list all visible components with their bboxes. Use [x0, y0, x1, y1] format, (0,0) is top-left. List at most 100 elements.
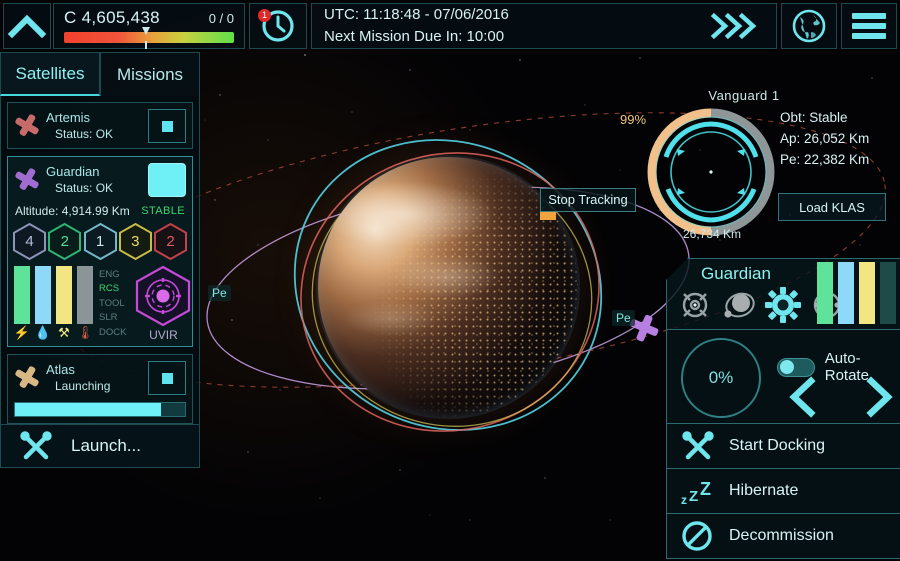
stat-hex[interactable]: 2 [154, 222, 187, 261]
satellite-icon [15, 168, 39, 190]
reactor-icon[interactable] [677, 287, 713, 323]
launch-progress-fill [15, 403, 162, 416]
start-docking-button[interactable]: Start Docking [666, 424, 900, 469]
reputation-marker [142, 26, 151, 49]
tools-icon: ⚒ [58, 325, 70, 340]
tab-missions[interactable]: Missions [100, 52, 200, 96]
decommission-button[interactable]: Decommission [666, 514, 900, 559]
orbit-gauge-ring[interactable] [646, 107, 776, 237]
guardian-bar-tools [859, 262, 875, 324]
clock-button[interactable]: 1 [249, 3, 307, 49]
system-status-list: ENG RCS TOOL SLR DOCK [99, 265, 126, 342]
load-klas-label: Load KLAS [799, 199, 865, 215]
fast-forward-button[interactable] [710, 11, 762, 41]
top-bar: C 4,605,438 0 / 0 1 UTC: 11:18:48 - 07/0… [0, 0, 900, 52]
chevron-right-icon[interactable] [863, 376, 895, 418]
satellite-card-artemis[interactable]: Artemis Status: OK [7, 102, 193, 149]
satellite-card-atlas[interactable]: Atlas Launching [7, 354, 193, 424]
stat-hex[interactable]: 3 [118, 222, 152, 261]
hibernate-button[interactable]: z Z Z Hibernate [666, 469, 900, 514]
resource-power[interactable]: ⚡ [14, 266, 30, 342]
vanguard-orbit-status: Obt: Stable [780, 110, 848, 125]
stat-hex-row: 4 2 1 3 2 [8, 222, 192, 263]
rotation-dial[interactable]: 0% [681, 338, 761, 418]
tools-icon [20, 431, 52, 460]
orbit-state-badge: STABLE [141, 205, 185, 217]
clock-notification-badge: 1 [258, 9, 271, 22]
satellite-icon [15, 114, 39, 136]
sleep-zzz-icon: z Z Z [681, 479, 711, 507]
svg-text:z: z [681, 493, 687, 507]
utc-time: UTC: 11:18:48 - 07/06/2016 [324, 6, 509, 24]
satellite-select-button[interactable] [148, 163, 186, 197]
chevron-up-icon [7, 14, 47, 39]
gear-icon[interactable] [765, 287, 801, 323]
toggle-knob [780, 360, 794, 374]
mission-counter: 0 / 0 [208, 10, 234, 26]
chevron-left-icon[interactable] [787, 376, 819, 418]
currency-amount: C 4,605,438 [64, 7, 160, 27]
temperature-icon: 🌡 [76, 325, 94, 340]
tab-satellites[interactable]: Satellites [0, 52, 100, 96]
guardian-bar-empty [880, 262, 896, 324]
game-screen: C 4,605,438 0 / 0 1 UTC: 11:18:48 - 07/0… [0, 0, 900, 561]
resource-tools[interactable]: ⚒ [56, 266, 72, 342]
orbit-icon[interactable] [721, 287, 757, 323]
guardian-bar-power [817, 262, 833, 324]
stat-hex[interactable]: 4 [13, 222, 46, 261]
system-slr: SLR [99, 312, 118, 324]
currency-panel[interactable]: C 4,605,438 0 / 0 [53, 3, 245, 49]
stat-hex[interactable]: 2 [48, 222, 82, 261]
guardian-rotation-controls: 0% Auto-Rotate [666, 330, 900, 424]
expand-panel-button[interactable] [3, 3, 51, 49]
satellite-select-button[interactable] [148, 109, 186, 143]
world-view-button[interactable] [781, 3, 837, 49]
system-tool: TOOL [99, 297, 125, 309]
satellite-status: Status: OK [55, 180, 114, 195]
earth-globe[interactable] [318, 157, 578, 417]
decommission-label: Decommission [729, 527, 834, 544]
module-uvir[interactable]: UVIR [132, 265, 194, 342]
resource-temperature[interactable]: 🌡 [77, 266, 93, 342]
power-icon: ⚡ [13, 325, 31, 340]
launch-progress-bar [14, 402, 186, 417]
auto-rotate-toggle[interactable] [777, 357, 815, 377]
select-indicator [161, 120, 173, 132]
vanguard-title: Vanguard 1 [708, 88, 780, 103]
guardian-resource-bars [817, 262, 896, 324]
satellite-status: Status: OK [55, 126, 114, 141]
hibernate-label: Hibernate [729, 482, 799, 499]
fast-forward-icon [710, 12, 757, 40]
stat-hex-value: 1 [95, 233, 105, 250]
satellite-list-panel: Artemis Status: OK Guardian Status: OK A… [0, 96, 200, 468]
svg-text:Z: Z [700, 479, 711, 499]
vanguard-altitude: 26,734 Km [682, 227, 742, 241]
satellite-altitude: Altitude: 4,914.99 Km [15, 204, 130, 218]
guardian-bar-water [838, 262, 854, 324]
vanguard-orbit-info: Obt: Stable Ap: 26,052 Km Pe: 22,382 Km [780, 108, 869, 171]
satellite-card-guardian[interactable]: Guardian Status: OK Altitude: 4,914.99 K… [7, 156, 193, 347]
resource-water[interactable]: 💧 [35, 266, 51, 342]
satellite-name: Guardian [46, 164, 100, 180]
system-dock: DOCK [99, 326, 127, 338]
module-name: UVIR [149, 328, 178, 342]
launch-button[interactable]: Launch... [0, 424, 200, 468]
main-menu-button[interactable] [841, 3, 897, 49]
globe-icon [792, 9, 826, 43]
hamburger-menu-icon [852, 9, 886, 43]
no-entry-icon [682, 521, 712, 551]
satellite-select-button[interactable] [148, 361, 186, 395]
guardian-panel-title: Guardian [701, 264, 771, 283]
stat-hex[interactable]: 1 [83, 222, 117, 261]
guardian-header: Guardian [666, 258, 900, 330]
load-klas-button[interactable]: Load KLAS [778, 193, 886, 221]
satellite-name: Atlas [46, 362, 75, 378]
periapsis-marker-right[interactable]: Pe [612, 310, 635, 326]
vanguard-periapsis: Pe: 22,382 Km [780, 151, 870, 167]
guardian-control-panel: Guardian 0% Auto-Rotate Start Docking z … [666, 258, 900, 561]
mission-info-panel[interactable]: UTC: 11:18:48 - 07/06/2016 Next Mission … [311, 3, 777, 49]
periapsis-marker-left[interactable]: Pe [208, 285, 231, 301]
vanguard-percent: 99% [620, 112, 647, 127]
satellite-name: Artemis [46, 110, 91, 126]
rotation-value: 0% [708, 368, 734, 387]
